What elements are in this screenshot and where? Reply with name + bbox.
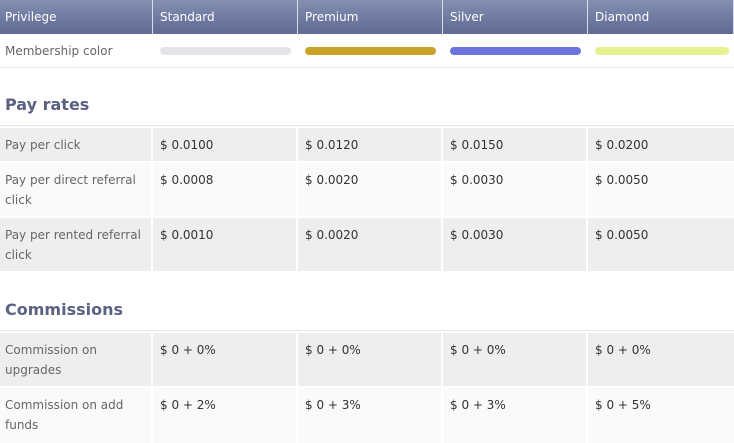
value-text: $ 0 + 3% (305, 398, 361, 412)
silver-color-swatch (450, 47, 581, 55)
label-text-2: funds (5, 418, 39, 432)
value-text: $ 0 + 0% (450, 343, 506, 357)
value-text: $ 0.0050 (595, 173, 649, 187)
commissions-table: Commission on upgrades $ 0 + 0% $ 0 + 0%… (0, 333, 734, 443)
value-text: $ 0.0010 (160, 228, 214, 242)
premium-value: $ 0 + 3% (298, 388, 443, 443)
membership-color-label: Membership color (0, 35, 153, 67)
label-text-2: click (5, 248, 32, 262)
value-text: $ 0.0100 (160, 138, 214, 152)
label-text-2: click (5, 193, 32, 207)
commissions-heading: Commissions (5, 300, 123, 319)
silver-value: $ 0.0150 (443, 128, 588, 161)
table-row: Pay per rented referral click $ 0.0010 $… (0, 218, 734, 271)
label-text-2: upgrades (5, 363, 62, 377)
value-text: $ 0.0030 (450, 173, 504, 187)
table-row: Pay per direct referral click $ 0.0008 $… (0, 163, 734, 216)
value-text: $ 0.0200 (595, 138, 649, 152)
value-text: $ 0.0008 (160, 173, 214, 187)
standard-value: $ 0.0008 (153, 163, 298, 216)
row-label: Pay per click (0, 128, 153, 161)
silver-value: $ 0 + 0% (443, 333, 588, 386)
row-label: Pay per direct referral click (0, 163, 153, 216)
label-text: Commission on add (5, 398, 124, 412)
diamond-value: $ 0.0050 (588, 218, 734, 271)
silver-color-cell (443, 35, 588, 67)
label-text: Pay per click (5, 138, 81, 152)
premium-color-cell (298, 35, 443, 67)
pay-rates-divider (0, 125, 734, 126)
membership-color-row: Membership color (0, 35, 734, 68)
membership-comparison-table: Privilege Standard Premium Silver Diamon… (0, 0, 734, 68)
header-premium: Premium (298, 0, 443, 34)
premium-color-swatch (305, 47, 436, 55)
value-text: $ 0.0020 (305, 173, 359, 187)
label-text: Pay per direct referral (5, 173, 136, 187)
premium-value: $ 0.0120 (298, 128, 443, 161)
value-text: $ 0 + 0% (160, 343, 216, 357)
premium-value: $ 0.0020 (298, 218, 443, 271)
label-text: Commission on (5, 343, 97, 357)
standard-value: $ 0 + 2% (153, 388, 298, 443)
pay-rates-table: Pay per click $ 0.0100 $ 0.0120 $ 0.0150… (0, 128, 734, 271)
value-text: $ 0.0020 (305, 228, 359, 242)
diamond-color-cell (588, 35, 734, 67)
premium-value: $ 0 + 0% (298, 333, 443, 386)
standard-color-cell (153, 35, 298, 67)
header-diamond: Diamond (588, 0, 734, 34)
header-standard: Standard (153, 0, 298, 34)
table-header-row: Privilege Standard Premium Silver Diamon… (0, 0, 734, 34)
standard-value: $ 0.0010 (153, 218, 298, 271)
header-privilege: Privilege (0, 0, 153, 34)
value-text: $ 0.0050 (595, 228, 649, 242)
value-text: $ 0.0120 (305, 138, 359, 152)
value-text: $ 0.0030 (450, 228, 504, 242)
pay-rates-heading: Pay rates (5, 95, 90, 114)
diamond-value: $ 0.0200 (588, 128, 734, 161)
silver-value: $ 0.0030 (443, 163, 588, 216)
table-row: Commission on add funds $ 0 + 2% $ 0 + 3… (0, 388, 734, 443)
row-label: Commission on add funds (0, 388, 153, 443)
silver-value: $ 0 + 3% (443, 388, 588, 443)
value-text: $ 0 + 0% (305, 343, 361, 357)
silver-value: $ 0.0030 (443, 218, 588, 271)
value-text: $ 0 + 5% (595, 398, 651, 412)
commissions-divider (0, 330, 734, 331)
standard-color-swatch (160, 47, 291, 55)
value-text: $ 0 + 3% (450, 398, 506, 412)
header-silver: Silver (443, 0, 588, 34)
row-label: Commission on upgrades (0, 333, 153, 386)
table-row: Pay per click $ 0.0100 $ 0.0120 $ 0.0150… (0, 128, 734, 161)
diamond-value: $ 0 + 5% (588, 388, 734, 443)
label-text: Pay per rented referral (5, 228, 141, 242)
value-text: $ 0 + 2% (160, 398, 216, 412)
diamond-color-swatch (595, 47, 729, 55)
value-text: $ 0 + 0% (595, 343, 651, 357)
row-label: Pay per rented referral click (0, 218, 153, 271)
premium-value: $ 0.0020 (298, 163, 443, 216)
standard-value: $ 0 + 0% (153, 333, 298, 386)
table-row: Commission on upgrades $ 0 + 0% $ 0 + 0%… (0, 333, 734, 386)
value-text: $ 0.0150 (450, 138, 504, 152)
diamond-value: $ 0.0050 (588, 163, 734, 216)
diamond-value: $ 0 + 0% (588, 333, 734, 386)
standard-value: $ 0.0100 (153, 128, 298, 161)
